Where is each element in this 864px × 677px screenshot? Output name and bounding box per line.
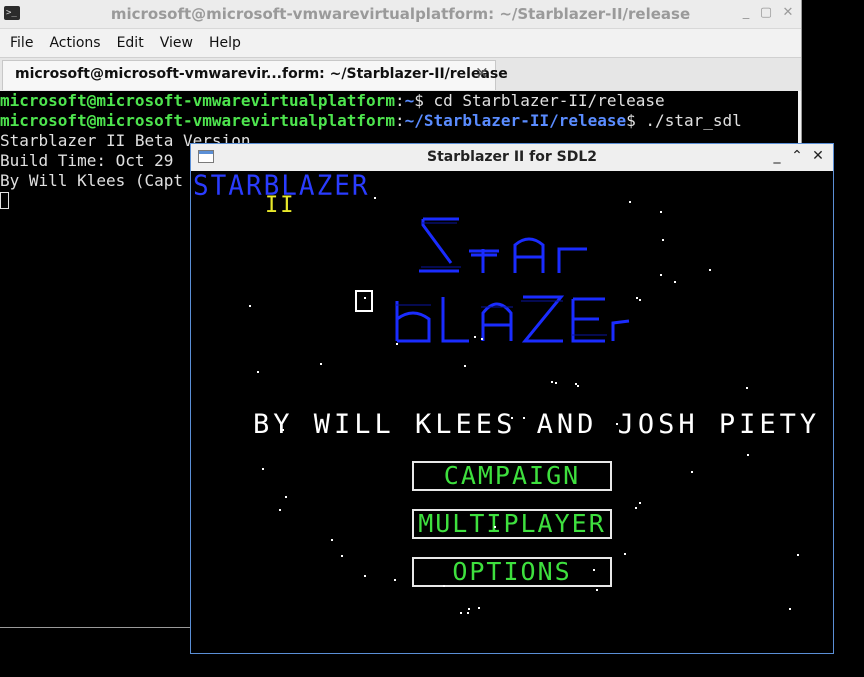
campaign-button[interactable]: CAMPAIGN — [412, 461, 612, 491]
star — [464, 365, 466, 367]
options-button[interactable]: OPTIONS — [412, 557, 612, 587]
close-icon[interactable]: ✕ — [780, 5, 796, 21]
star — [639, 502, 641, 504]
star — [460, 612, 462, 614]
star — [341, 555, 343, 557]
star — [629, 201, 631, 203]
star — [494, 526, 496, 528]
starblazer-logo — [395, 217, 630, 343]
menu-file[interactable]: File — [2, 29, 41, 57]
star — [279, 509, 281, 511]
star — [374, 197, 376, 199]
menu-help[interactable]: Help — [201, 29, 249, 57]
close-icon[interactable]: ✕ — [810, 148, 826, 164]
star — [639, 299, 641, 301]
star — [511, 417, 513, 419]
terminal-line: microsoft@microsoft-vmwarevirtualplatfor… — [0, 111, 742, 130]
star — [331, 539, 333, 541]
star — [789, 608, 791, 610]
minimize-icon[interactable]: _ — [769, 148, 785, 164]
star — [364, 575, 366, 577]
star — [262, 468, 264, 470]
star — [746, 387, 748, 389]
star — [691, 471, 693, 473]
star — [593, 569, 595, 571]
terminal-titlebar[interactable]: >_ microsoft@microsoft-vmwarevirtualplat… — [0, 0, 801, 29]
menu-edit[interactable]: Edit — [109, 29, 152, 57]
star — [596, 589, 598, 591]
small-title-roman: II — [265, 193, 296, 218]
multiplayer-button[interactable]: MULTIPLAYER — [412, 509, 612, 539]
star — [443, 585, 445, 587]
star — [282, 429, 284, 431]
star — [285, 496, 287, 498]
minimize-icon[interactable]: _ — [738, 5, 754, 21]
star — [616, 423, 618, 425]
star — [424, 417, 426, 419]
tab-label: microsoft@microsoft-vmwarevir...form: ~/… — [15, 66, 508, 82]
game-canvas[interactable]: STARBLAZER II BY WILL KLEES AND JOSH PIE… — [191, 171, 833, 653]
star — [257, 371, 259, 373]
menu-view[interactable]: View — [152, 29, 201, 57]
star — [660, 211, 662, 213]
star — [364, 297, 366, 299]
credits-byline: BY WILL KLEES AND JOSH PIETY — [253, 409, 821, 440]
game-titlebar[interactable]: Starblazer II for SDL2 _ ⌃ ✕ — [191, 144, 833, 172]
tab-close-icon[interactable]: × — [475, 63, 489, 83]
star — [481, 338, 483, 340]
tab-terminal[interactable]: microsoft@microsoft-vmwarevir...form: ~/… — [2, 60, 508, 90]
star — [394, 579, 396, 581]
menu-bar: File Actions Edit View Help — [0, 29, 801, 57]
star — [551, 381, 553, 383]
star — [636, 297, 638, 299]
game-window-title: Starblazer II for SDL2 — [427, 149, 597, 165]
star — [577, 385, 579, 387]
tab-bar: microsoft@microsoft-vmwarevir...form: ~/… — [0, 57, 801, 91]
star — [474, 336, 476, 338]
star — [624, 553, 626, 555]
text-cursor — [0, 192, 9, 209]
star — [797, 554, 799, 556]
star — [747, 454, 749, 456]
star — [478, 607, 480, 609]
star — [467, 612, 469, 614]
star — [709, 269, 711, 271]
mouse-cursor-box — [355, 290, 373, 312]
maximize-icon[interactable]: ▢ — [758, 5, 774, 21]
star — [555, 382, 557, 384]
maximize-icon[interactable]: ⌃ — [789, 148, 805, 164]
terminal-window-title: microsoft@microsoft-vmwarevirtualplatfor… — [110, 5, 691, 23]
star — [249, 305, 251, 307]
star — [662, 239, 664, 241]
star — [523, 417, 525, 419]
star — [396, 343, 398, 345]
menu-actions[interactable]: Actions — [41, 29, 108, 57]
star — [674, 281, 676, 283]
star — [660, 274, 662, 276]
terminal-line: microsoft@microsoft-vmwarevirtualplatfor… — [0, 91, 665, 110]
star — [468, 608, 470, 610]
star — [635, 507, 637, 509]
star — [320, 363, 322, 365]
game-window: Starblazer II for SDL2 _ ⌃ ✕ STARBLAZER … — [190, 143, 834, 654]
